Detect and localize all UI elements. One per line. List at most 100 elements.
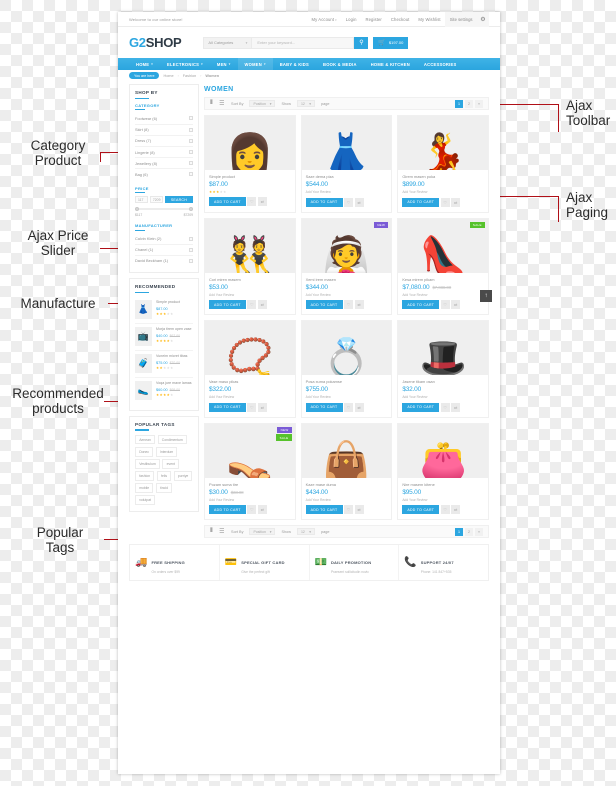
category-filter-checkbox[interactable] [189, 150, 193, 155]
product-image[interactable]: 👡 NEW SALE [205, 423, 295, 478]
wishlist-icon[interactable]: ♡ [344, 197, 353, 207]
add-review-link[interactable]: Add Your Review [306, 498, 388, 502]
product-image[interactable]: 👰 NEW [301, 218, 392, 273]
page-button[interactable]: 2 [465, 527, 473, 536]
add-to-cart-button[interactable]: ADD TO CART [402, 300, 440, 309]
wishlist-icon[interactable]: ♡ [247, 197, 257, 206]
wishlist-icon[interactable]: ♡ [247, 505, 257, 514]
product-name[interactable]: Kesa mirem pikam [402, 277, 484, 282]
add-review-link[interactable]: Add Your Review [402, 293, 484, 297]
list-view-icon[interactable]: ☰ [219, 528, 225, 535]
price-min-input[interactable]: 117 [135, 196, 148, 204]
tag-item[interactable]: mobile [135, 483, 154, 493]
compare-icon[interactable]: ⇄ [257, 402, 267, 412]
nav-item-accessories[interactable]: ACCESSORIES [417, 58, 464, 70]
compare-icon[interactable]: ⇄ [257, 505, 267, 514]
category-filter-checkbox[interactable] [189, 127, 193, 132]
wishlist-icon[interactable]: ♡ [440, 197, 450, 207]
nav-item-men[interactable]: MEN ▾ [210, 58, 238, 70]
product-card[interactable]: 👛 Nire masem kitene $95.00 Add Your Review A… [397, 422, 489, 520]
product-name[interactable]: Jasene tikam osan [402, 379, 484, 384]
product-card[interactable]: 💍 Posa xuma pokamse $755.00 Add Your Review… [300, 320, 393, 418]
tag-item[interactable]: event [162, 459, 180, 469]
product-name[interactable]: Nire masem kitene [402, 482, 484, 487]
add-to-cart-button[interactable]: ADD TO CART [402, 505, 440, 514]
scroll-to-top-button[interactable]: ↑ [480, 290, 492, 302]
product-card[interactable]: 👡 NEW SALE Pozam suma tire $30.00 $33.00 Add Y… [204, 422, 296, 520]
compare-icon[interactable]: ⇄ [257, 197, 267, 206]
link-my-wishlist[interactable]: My Wishlist [414, 17, 445, 22]
breadcrumb-item-home[interactable]: Home [163, 74, 173, 78]
product-image[interactable]: 👛 [398, 423, 488, 478]
product-name[interactable]: Xemi irem masen [306, 277, 388, 282]
manufacturer-filter-item[interactable]: Chanel (1) [135, 245, 193, 256]
tag-item[interactable]: Donec [135, 446, 154, 457]
compare-icon[interactable]: ⇄ [257, 300, 267, 309]
wishlist-icon[interactable]: ♡ [344, 300, 353, 309]
recommended-item[interactable]: 📺 Morja tirem open zase $40.00 $67.00 ★★★★★ [135, 324, 193, 351]
recommended-item[interactable]: 🥿 Voqa jure maxe lamas $60.00 $69.00 ★★★★★ [135, 378, 193, 404]
product-name[interactable]: Girem masen poka [402, 174, 484, 179]
product-card[interactable]: 💃 Girem masen poka $899.00 Add Your Review A… [397, 115, 489, 213]
recommended-item[interactable]: 👗 Simple product $87.00 ★★★★★ [135, 297, 193, 324]
show-select[interactable]: 12 ▾ [296, 100, 315, 107]
product-name[interactable]: Cori miren masem [209, 277, 291, 282]
manufacturer-filter-checkbox[interactable] [189, 236, 193, 241]
product-name[interactable]: Pozam suma tire [209, 482, 291, 487]
nav-item-electronics[interactable]: ELECTRONICS ▾ [160, 58, 210, 70]
compare-icon[interactable]: ⇄ [451, 300, 461, 309]
product-card[interactable]: 👗 Saze dema piza $544.00 Add Your Review ADD… [300, 115, 393, 213]
wishlist-icon[interactable]: ♡ [247, 402, 257, 412]
add-to-cart-button[interactable]: ADD TO CART [402, 197, 440, 207]
product-image[interactable]: 👠 SALE [398, 218, 488, 273]
add-to-cart-button[interactable]: ADD TO CART [209, 402, 246, 412]
product-image[interactable]: 💃 [398, 116, 488, 170]
product-card[interactable]: 👜 Kaze mase duma $434.00 Add Your Review ADD… [300, 422, 393, 520]
compare-icon[interactable]: ⇄ [354, 300, 364, 309]
category-filter-checkbox[interactable] [189, 116, 193, 121]
slider-handle-max[interactable] [189, 206, 193, 211]
add-review-link[interactable]: Add Your Review [306, 293, 388, 297]
site-settings-button[interactable]: Site settings [445, 12, 477, 27]
grid-view-icon[interactable]: ⦀ [210, 528, 213, 535]
slider-handle-min[interactable] [135, 206, 139, 211]
tag-item[interactable]: volutpat [135, 495, 156, 505]
add-review-link[interactable]: Add Your Review [209, 395, 291, 399]
nav-item-baby-kids[interactable]: BABY & KIDS [273, 58, 316, 70]
product-image[interactable]: 💍 [301, 321, 392, 375]
add-to-cart-button[interactable]: ADD TO CART [305, 402, 343, 412]
link-checkout[interactable]: Checkout [386, 17, 414, 22]
show-select[interactable]: 12 ▾ [296, 528, 315, 535]
add-to-cart-button[interactable]: ADD TO CART [305, 505, 343, 514]
add-review-link[interactable]: Add Your Review [306, 190, 388, 194]
wishlist-icon[interactable]: ♡ [440, 402, 450, 412]
breadcrumb-item-fashion[interactable]: Fashion [183, 74, 197, 78]
add-to-cart-button[interactable]: ADD TO CART [402, 402, 440, 412]
product-image[interactable]: 📿 [205, 321, 295, 375]
search-icon[interactable]: ⚲ [354, 36, 369, 49]
product-image[interactable]: 👜 [301, 423, 392, 478]
link-register[interactable]: Register [361, 17, 386, 22]
wishlist-icon[interactable]: ♡ [247, 300, 257, 309]
product-card[interactable]: 👠 SALE Kesa mirem pikam $7,080.00 $7,088.00 A… [397, 217, 489, 315]
wishlist-icon[interactable]: ♡ [344, 402, 353, 412]
nav-item-women[interactable]: WOMEN ▾ [237, 58, 273, 70]
price-search-button[interactable]: SEARCH [164, 196, 193, 204]
wishlist-icon[interactable]: ♡ [344, 505, 353, 514]
product-image[interactable]: 👗 [301, 116, 392, 170]
category-filter-checkbox[interactable] [189, 172, 193, 177]
compare-icon[interactable]: ⇄ [451, 505, 461, 514]
tag-item[interactable]: Condimentum [157, 434, 188, 445]
add-review-link[interactable]: Add Your Review [306, 395, 388, 399]
list-view-icon[interactable]: ☰ [219, 100, 225, 107]
compare-icon[interactable]: ⇄ [451, 402, 461, 412]
gear-icon[interactable]: ⚙ [477, 12, 489, 27]
manufacturer-filter-checkbox[interactable] [189, 258, 193, 263]
nav-item-book-media[interactable]: BOOK & MEDIA [316, 58, 364, 70]
product-name[interactable]: Simple product [209, 174, 291, 179]
nav-item-home[interactable]: HOME ▾ [129, 58, 160, 70]
wishlist-icon[interactable]: ♡ [440, 300, 450, 309]
tag-item[interactable]: Interdum [155, 446, 178, 457]
product-image[interactable]: 🎩 [398, 321, 488, 375]
category-filter-item[interactable]: Bag (6) [135, 169, 193, 179]
